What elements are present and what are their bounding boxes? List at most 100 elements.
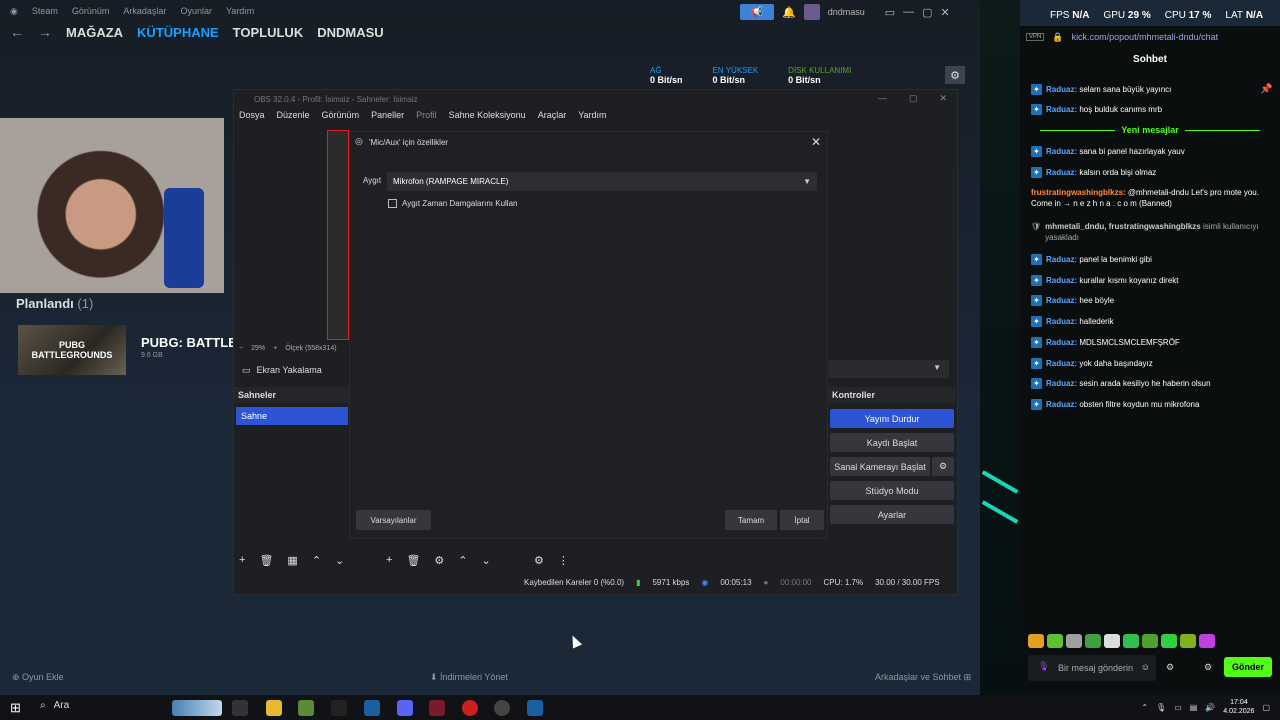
tab-library[interactable]: KÜTÜPHANE [137,25,219,40]
menu-view[interactable]: Görünüm [322,110,360,126]
tab-community[interactable]: TOPLULUK [233,25,304,40]
menu-help[interactable]: Yardım [578,110,606,126]
arrow-down-icon[interactable]: ⌄ [335,554,344,567]
back-arrow-icon[interactable]: ← [10,24,24,40]
dock-dropdown[interactable]: ▼ [829,360,949,378]
chat-user[interactable]: Raduaz: [1046,147,1077,156]
ok-button[interactable]: Tamam [725,510,777,530]
minimize-icon[interactable]: — [903,6,914,18]
game-thumbnail[interactable]: PUBG BATTLEGROUNDS [18,325,126,375]
megaphone-icon[interactable]: 📢 [740,4,774,20]
friends-chat-button[interactable]: Arkadaşlar ve Sohbet ⊞ [875,672,971,683]
plus-icon[interactable]: + [386,554,392,567]
microphone-icon[interactable]: 🎙 [1156,703,1166,712]
gear-icon[interactable]: ⚙ [932,457,954,476]
chat-user[interactable]: Raduaz: [1046,379,1077,388]
chat-user[interactable]: Raduaz: [1046,168,1077,177]
emote-icon[interactable] [1028,634,1044,648]
maximize-icon[interactable]: ▢ [922,6,932,19]
chat-user[interactable]: Raduaz: [1046,400,1077,409]
emote-icon[interactable] [1104,634,1120,648]
steam-icon[interactable] [364,700,380,716]
menu-view[interactable]: Görünüm [72,6,110,16]
notification-icon[interactable]: ▢ [1262,703,1270,712]
tab-profile[interactable]: DNDMASU [317,25,383,40]
menu-help[interactable]: Yardım [226,6,254,16]
emote-icon[interactable] [1047,634,1063,648]
chat-user[interactable]: Raduaz: [1046,276,1077,285]
emote-icon[interactable] [1085,634,1101,648]
send-button[interactable]: Gönder [1224,657,1272,677]
chat-user[interactable]: Raduaz: [1046,338,1077,347]
chat-input[interactable]: 🎙 Bir mesaj gönderin ☺ [1028,655,1156,681]
epic-games-icon[interactable] [331,700,347,716]
timestamp-checkbox[interactable] [388,199,397,208]
chat-user[interactable]: Raduaz: [1046,359,1077,368]
menu-games[interactable]: Oyunlar [180,6,212,16]
menu-file[interactable]: Dosya [239,110,265,126]
menu-edit[interactable]: Düzenle [277,110,310,126]
chat-user[interactable]: Raduaz: [1046,85,1077,94]
preview-selection[interactable] [327,130,349,340]
steam-logo-icon[interactable]: ◉ [10,6,18,17]
emote-icon[interactable] [1199,634,1215,648]
emote-icon[interactable] [1180,634,1196,648]
emote-icon[interactable] [1161,634,1177,648]
chat-user[interactable]: Raduaz: [1046,105,1077,114]
network-icon[interactable]: ▤ [1190,703,1198,712]
source-row[interactable]: ▭ Ekran Yakalama [234,361,354,379]
chat-user[interactable]: frustratingwashingblkzs: [1031,188,1126,197]
obs-icon[interactable] [494,700,510,716]
start-recording-button[interactable]: Kaydı Başlat [830,433,954,452]
zoom-in-icon[interactable]: + [273,345,277,352]
settings-button[interactable]: Ayarlar [830,505,954,524]
cancel-button[interactable]: İptal [780,510,824,530]
minecraft-icon[interactable] [298,700,314,716]
close-icon[interactable]: ✕ [939,93,947,104]
taskbar-search[interactable]: ⌕ Ara [40,700,69,711]
minimize-icon[interactable]: — [878,93,887,104]
emoji-icon[interactable]: ☺ [1141,662,1150,672]
task-view-icon[interactable] [232,700,248,716]
username[interactable]: dndmasu [828,7,865,17]
plus-icon[interactable]: + [239,554,245,567]
zoom-out-icon[interactable]: − [239,345,243,352]
maximize-icon[interactable]: ▢ [909,93,918,104]
arrow-up-icon[interactable]: ⌃ [312,554,321,567]
trash-icon[interactable]: 🗑 [406,554,420,567]
steam-icon[interactable] [527,700,543,716]
add-game-button[interactable]: ⊕ Oyun Ekle [12,672,64,683]
emote-icon[interactable] [1142,634,1158,648]
bell-icon[interactable]: 🔔 [782,6,796,19]
menu-steam[interactable]: Steam [32,6,58,16]
file-explorer-icon[interactable] [266,700,282,716]
settings-gear-icon[interactable]: ⚙ [945,66,965,84]
manage-downloads-button[interactable]: ⬇ İndirmeleri Yönet [430,672,508,683]
avatar[interactable] [803,4,820,20]
scene-item[interactable]: Sahne [236,407,348,425]
monitor-icon[interactable]: ▭ [885,6,895,19]
arrow-up-icon[interactable]: ⌃ [458,554,467,567]
volume-icon[interactable]: 🔊 [1205,703,1215,712]
device-select[interactable]: Mikrofon (RAMPAGE MIRACLE) ▼ [387,172,817,191]
menu-friends[interactable]: Arkadaşlar [123,6,166,16]
gear-icon[interactable]: ⚙ [434,554,444,567]
stop-stream-button[interactable]: Yayını Durdur [830,409,954,428]
close-icon[interactable]: ✕ [811,135,821,149]
arrow-down-icon[interactable]: ⌄ [482,554,491,567]
chevron-up-icon[interactable]: ⌃ [1141,703,1148,712]
weather-widget[interactable] [172,700,222,716]
battery-icon[interactable]: ▭ [1174,703,1182,712]
discord-icon[interactable] [397,700,413,716]
vpn-badge[interactable]: VPN [1026,33,1045,41]
menu-docks[interactable]: Paneller [371,110,404,126]
filter-icon[interactable]: ▦ [287,554,297,567]
menu-scene-collection[interactable]: Sahne Koleksiyonu [449,110,526,126]
opera-icon[interactable] [462,700,478,716]
emote-icon[interactable] [1123,634,1139,648]
studio-mode-button[interactable]: Stüdyo Modu [830,481,954,500]
game-title[interactable]: PUBG: BATTLEGROUNDS [141,335,233,350]
wrench-icon[interactable]: ⚙ [534,554,544,567]
menu-tools[interactable]: Araçlar [538,110,567,126]
menu-profile[interactable]: Profil [416,110,437,126]
